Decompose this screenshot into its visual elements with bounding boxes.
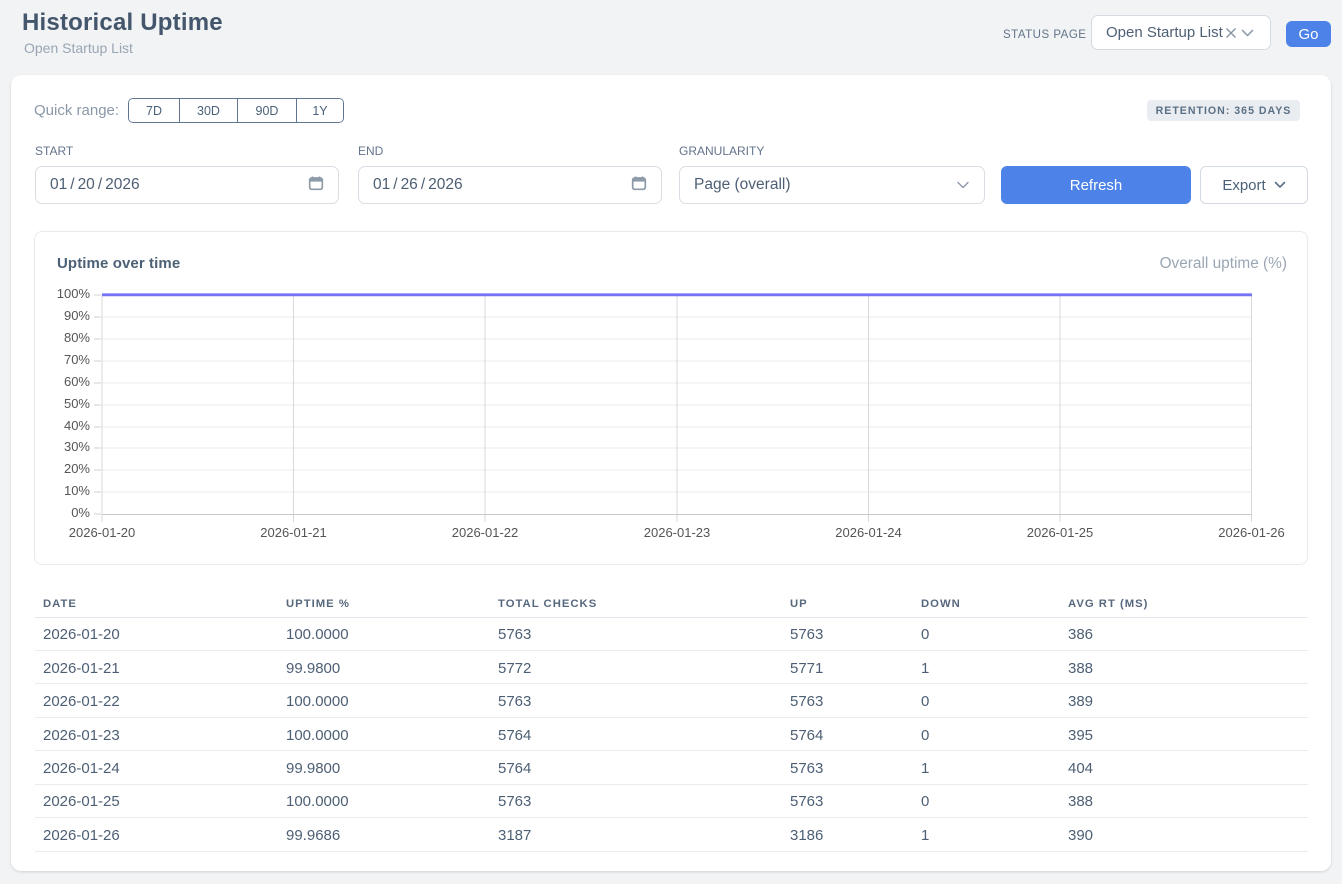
svg-text:80%: 80%: [64, 330, 90, 345]
svg-text:2026-01-26: 2026-01-26: [1218, 525, 1285, 540]
svg-text:2026-01-22: 2026-01-22: [452, 525, 519, 540]
svg-text:2026-01-24: 2026-01-24: [835, 525, 902, 540]
svg-text:2026-01-21: 2026-01-21: [260, 525, 327, 540]
svg-text:100%: 100%: [57, 286, 91, 301]
svg-text:60%: 60%: [64, 374, 90, 389]
svg-text:2026-01-25: 2026-01-25: [1027, 525, 1094, 540]
svg-text:2026-01-20: 2026-01-20: [69, 525, 136, 540]
svg-text:30%: 30%: [64, 439, 90, 454]
svg-text:50%: 50%: [64, 396, 90, 411]
svg-text:2026-01-23: 2026-01-23: [644, 525, 711, 540]
svg-text:20%: 20%: [64, 461, 90, 476]
svg-text:0%: 0%: [71, 505, 90, 520]
svg-text:70%: 70%: [64, 352, 90, 367]
svg-text:90%: 90%: [64, 308, 90, 323]
svg-text:10%: 10%: [64, 483, 90, 498]
svg-text:40%: 40%: [64, 418, 90, 433]
